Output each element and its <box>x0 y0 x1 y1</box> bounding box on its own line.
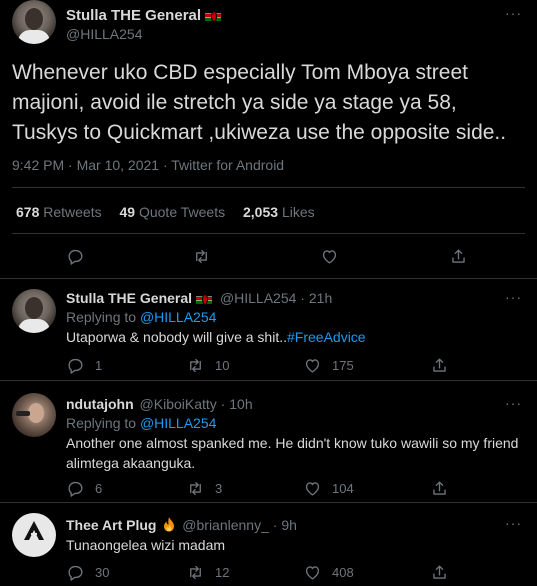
author-name[interactable]: Stulla THE General <box>66 290 192 306</box>
likes-count[interactable]: 2,053 <box>243 204 278 220</box>
more-options-icon[interactable]: ··· <box>505 396 525 410</box>
replying-to: Replying to @HILLA254 <box>66 309 217 325</box>
retweets-label[interactable]: Retweets <box>43 204 101 220</box>
more-options-icon[interactable]: ··· <box>505 6 525 20</box>
like-button[interactable] <box>320 245 339 267</box>
retweet-button[interactable]: 3 <box>186 477 222 499</box>
retweets-count[interactable]: 678 <box>16 204 39 220</box>
reply-icon <box>68 358 83 374</box>
retweet-icon <box>196 249 207 263</box>
reply-header: Thee Art Plug @brianlenny_ · 9h <box>66 517 297 533</box>
kenya-flag-icon <box>205 10 222 22</box>
retweet-icon <box>190 481 201 495</box>
share-icon <box>433 564 446 579</box>
reply-time[interactable]: 21h <box>309 290 332 306</box>
quotes-label[interactable]: Quote Tweets <box>139 204 225 220</box>
retweet-button[interactable]: 12 <box>186 561 229 583</box>
fire-icon <box>164 517 175 532</box>
divider <box>12 187 525 188</box>
reply-count: 1 <box>95 357 103 373</box>
reply-header: ndutajohn @KiboiKatty · 10h <box>66 396 253 412</box>
reply-time[interactable]: 9h <box>281 517 297 533</box>
avatar[interactable] <box>12 0 56 44</box>
likes-label[interactable]: Likes <box>282 204 315 220</box>
author-name[interactable]: Thee Art Plug <box>66 517 157 533</box>
reply-button[interactable]: 1 <box>66 354 102 376</box>
avatar[interactable] <box>12 289 56 333</box>
share-icon <box>433 480 446 495</box>
tweet-actions <box>0 245 537 269</box>
like-button[interactable]: 104 <box>303 477 354 499</box>
reply-count: 6 <box>95 480 103 496</box>
author-handle[interactable]: @brianlenny_ <box>182 517 269 533</box>
retweet-count: 3 <box>215 480 223 496</box>
like-button[interactable]: 175 <box>303 354 354 376</box>
share-button[interactable] <box>430 354 449 376</box>
tweet-text: Whenever uko CBD especially Tom Mboya st… <box>12 61 507 144</box>
reply-icon <box>68 565 83 581</box>
more-options-icon[interactable]: ··· <box>505 516 525 530</box>
tweet-stats: 678 Retweets 49 Quote Tweets 2,053 Likes <box>16 204 329 220</box>
like-button[interactable]: 408 <box>303 561 354 583</box>
kenya-flag-icon <box>196 293 213 305</box>
like-icon <box>305 358 320 373</box>
retweet-icon <box>190 565 201 579</box>
reply-text: Utaporwa & nobody will give a shit..#Fre… <box>66 329 366 345</box>
retweet-button[interactable] <box>192 245 211 267</box>
avatar[interactable] <box>12 513 56 557</box>
reply-tweet[interactable]: Stulla THE General @HILLA254 · 21h ··· R… <box>0 279 537 381</box>
main-tweet: Stulla THE General @HILLA254 ··· Wheneve… <box>0 0 537 279</box>
reply-time[interactable]: 10h <box>229 396 252 412</box>
share-button[interactable] <box>449 245 468 267</box>
reply-actions: 1 10 175 <box>0 354 537 378</box>
like-count: 104 <box>332 480 354 496</box>
author-name[interactable]: ndutajohn <box>66 396 134 412</box>
quotes-count[interactable]: 49 <box>120 204 136 220</box>
reply-text: Tunaongelea wizi madam <box>66 537 226 553</box>
avatar[interactable] <box>12 393 56 437</box>
tweet-timestamp[interactable]: 9:42 PM · Mar 10, 2021 · Twitter for And… <box>12 157 284 173</box>
retweet-button[interactable]: 10 <box>186 354 229 376</box>
like-count: 408 <box>332 564 354 580</box>
reply-header: Stulla THE General @HILLA254 · 21h <box>66 290 333 306</box>
reply-text: Another one almost spanked me. He didn't… <box>66 435 519 471</box>
like-count: 175 <box>332 357 354 373</box>
replying-to-handle[interactable]: @HILLA254 <box>140 415 216 431</box>
share-icon <box>452 248 465 263</box>
reply-tweet[interactable]: ndutajohn @KiboiKatty · 10h ··· Replying… <box>0 381 537 503</box>
hashtag-link[interactable]: #FreeAdvice <box>287 329 366 345</box>
reply-icon <box>68 481 83 497</box>
reply-tweet[interactable]: Thee Art Plug @brianlenny_ · 9h ··· Tuna… <box>0 503 537 586</box>
author-handle[interactable]: @KiboiKatty <box>140 396 217 412</box>
author-handle[interactable]: @HILLA254 <box>66 26 142 42</box>
like-icon <box>305 481 320 496</box>
retweet-count: 10 <box>215 357 230 373</box>
share-button[interactable] <box>430 477 449 499</box>
author-handle[interactable]: @HILLA254 <box>220 290 296 306</box>
author-name[interactable]: Stulla THE General <box>66 7 222 24</box>
replying-to: Replying to @HILLA254 <box>66 415 217 431</box>
retweet-count: 12 <box>215 564 230 580</box>
reply-actions: 30 12 408 <box>0 561 537 585</box>
reply-icon <box>68 249 83 265</box>
share-icon <box>433 357 446 372</box>
like-icon <box>305 565 320 580</box>
reply-count: 30 <box>95 564 110 580</box>
share-button[interactable] <box>430 561 449 583</box>
art-plug-logo <box>24 521 44 540</box>
reply-button[interactable] <box>66 245 85 267</box>
divider <box>12 233 525 234</box>
more-options-icon[interactable]: ··· <box>505 290 525 304</box>
like-icon <box>322 249 337 264</box>
retweet-icon <box>190 358 201 372</box>
reply-button[interactable]: 30 <box>66 561 109 583</box>
replying-to-handle[interactable]: @HILLA254 <box>140 309 216 325</box>
reply-button[interactable]: 6 <box>66 477 102 499</box>
reply-actions: 6 3 104 <box>0 477 537 501</box>
